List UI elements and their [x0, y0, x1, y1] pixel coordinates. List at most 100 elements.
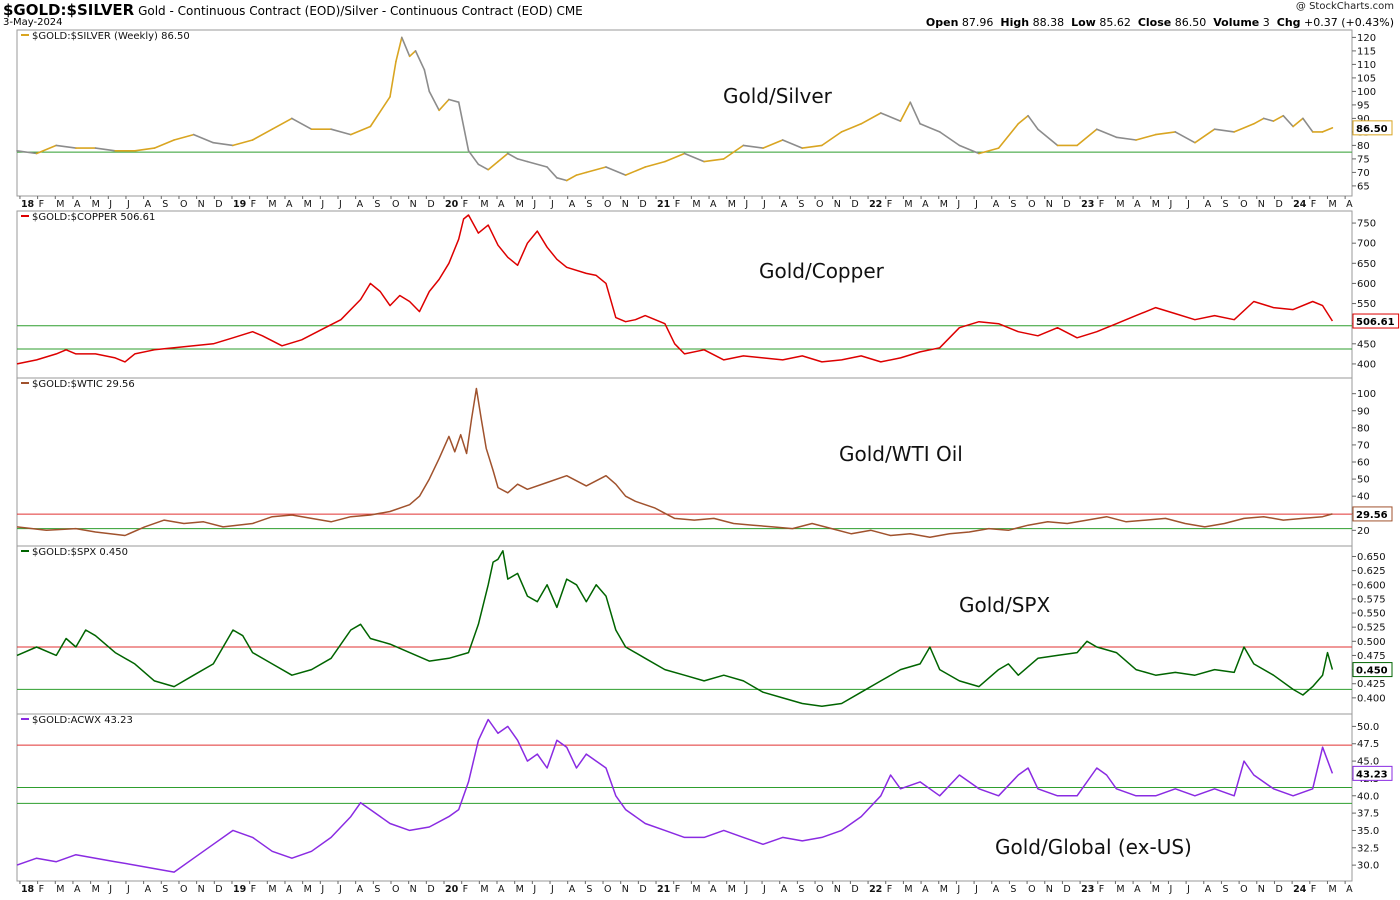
time-tick-label: J [762, 199, 766, 210]
y-tick-label: 40 [1357, 492, 1370, 503]
time-tick-label: D [1275, 884, 1282, 895]
time-tick-label: 24 [1293, 199, 1307, 210]
y-tick-label: 0.500 [1357, 637, 1386, 648]
multi-panel-chart[interactable]: 65707580859095100105110115120$GOLD:$SILV… [0, 0, 1400, 900]
time-tick-label: J [550, 199, 554, 210]
time-tick-label: A [569, 884, 576, 895]
time-tick-label: N [834, 884, 841, 895]
time-tick-label: J [974, 884, 978, 895]
time-tick-label: S [586, 884, 592, 895]
time-tick-label: A [1346, 199, 1353, 210]
last-value-label: 29.56 [1356, 510, 1388, 521]
time-axis-bottom: 18 F M A M J J A S O N D 19 F M A M J J A S O N D 20 F M A M J J A S O N D 2… [19, 881, 1353, 895]
time-tick-label: M [1328, 199, 1336, 210]
y-tick-label: 0.625 [1357, 566, 1386, 577]
time-tick-label: S [798, 199, 804, 210]
time-tick-label: N [834, 199, 841, 210]
time-tick-label: F [39, 199, 44, 210]
time-tick-label: 22 [869, 199, 882, 210]
time-tick-label: S [1222, 884, 1228, 895]
y-tick-label: 80 [1357, 423, 1370, 434]
time-tick-label: A [74, 884, 81, 895]
panel-annotation: Gold/SPX [959, 593, 1050, 617]
time-tick-label: D [851, 884, 858, 895]
time-tick-label: A [1134, 884, 1141, 895]
time-tick-label: D [1275, 199, 1282, 210]
time-tick-label: N [410, 199, 417, 210]
y-tick-label: 700 [1357, 239, 1376, 250]
time-tick-label: J [956, 884, 960, 895]
time-tick-label: M [692, 884, 700, 895]
time-tick-label: J [126, 199, 130, 210]
time-tick-label: M [480, 884, 488, 895]
y-tick-label: 650 [1357, 259, 1376, 270]
time-tick-label: F [887, 884, 892, 895]
time-tick-label: M [904, 199, 912, 210]
panel-silver: 65707580859095100105110115120$GOLD:$SILV… [16, 29, 1393, 197]
legend-label: $GOLD:$SPX 0.450 [32, 547, 128, 558]
time-tick-label: 23 [1081, 199, 1094, 210]
time-tick-label: M [1116, 199, 1124, 210]
time-tick-label: N [1258, 884, 1265, 895]
panel-frame [16, 545, 1353, 715]
time-tick-label: S [374, 199, 380, 210]
y-tick-label: 120 [1357, 33, 1376, 44]
panel-spx: 0.400 0.425 0.450 0.475 0.500 0.525 0.550 0.575… [16, 545, 1393, 715]
time-tick-label: J [550, 884, 554, 895]
last-value-label: 43.23 [1356, 769, 1388, 780]
panel-acwx: 30.032.535.037.540.042.545.047.550.0$GOL… [16, 713, 1393, 882]
time-tick-label: J [1168, 199, 1172, 210]
time-tick-label: S [798, 884, 804, 895]
time-tick-label: 22 [869, 884, 882, 895]
y-tick-label: 75 [1357, 154, 1370, 165]
time-tick-label: 18 [21, 884, 35, 895]
y-tick-label: 80 [1357, 141, 1370, 152]
time-tick-label: M [92, 884, 100, 895]
time-tick-label: F [675, 199, 680, 210]
time-tick-label: A [498, 884, 505, 895]
time-tick-label: J [744, 884, 748, 895]
time-tick-label: M [480, 199, 488, 210]
time-tick-label: M [268, 199, 276, 210]
panel-oil: 2030405060708090100$GOLD:$WTIC 29.56Gold… [16, 377, 1393, 547]
legend-label: $GOLD:$COPPER 506.61 [32, 212, 155, 223]
time-tick-label: S [586, 199, 592, 210]
time-tick-label: A [993, 199, 1000, 210]
time-tick-label: J [532, 884, 536, 895]
time-tick-label: A [922, 199, 929, 210]
time-tick-label: A [1346, 884, 1353, 895]
time-tick-label: F [463, 199, 468, 210]
time-tick-label: 20 [445, 199, 459, 210]
y-tick-label: 70 [1357, 440, 1370, 451]
legend-label: $GOLD:$SILVER (Weekly) 86.50 [32, 31, 190, 42]
time-tick-label: O [1028, 199, 1035, 210]
time-tick-label: O [1028, 884, 1035, 895]
time-tick-label: M [92, 199, 100, 210]
panel-annotation: Gold/Copper [759, 259, 885, 283]
time-tick-label: 21 [657, 199, 670, 210]
panel-annotation: Gold/WTI Oil [839, 442, 963, 466]
time-tick-label: M [1328, 884, 1336, 895]
time-tick-label: M [728, 884, 736, 895]
time-tick-label: M [940, 199, 948, 210]
y-tick-label: 47.5 [1357, 739, 1379, 750]
time-tick-label: F [39, 884, 44, 895]
time-tick-label: J [1186, 884, 1190, 895]
time-tick-label: M [940, 884, 948, 895]
y-tick-label: 90 [1357, 406, 1370, 417]
y-tick-label: 20 [1357, 526, 1370, 537]
y-tick-label: 115 [1357, 46, 1376, 57]
time-tick-label: D [851, 199, 858, 210]
time-tick-label: O [1240, 199, 1247, 210]
y-tick-label: 450 [1357, 339, 1376, 350]
y-tick-label: 105 [1357, 73, 1376, 84]
time-tick-label: J [108, 199, 112, 210]
time-tick-label: 19 [233, 884, 246, 895]
time-tick-label: A [1205, 199, 1212, 210]
time-tick-label: A [922, 884, 929, 895]
time-tick-label: N [622, 884, 629, 895]
time-tick-label: M [268, 884, 276, 895]
time-tick-label: J [974, 199, 978, 210]
y-tick-label: 600 [1357, 279, 1376, 290]
time-tick-label: M [304, 884, 312, 895]
